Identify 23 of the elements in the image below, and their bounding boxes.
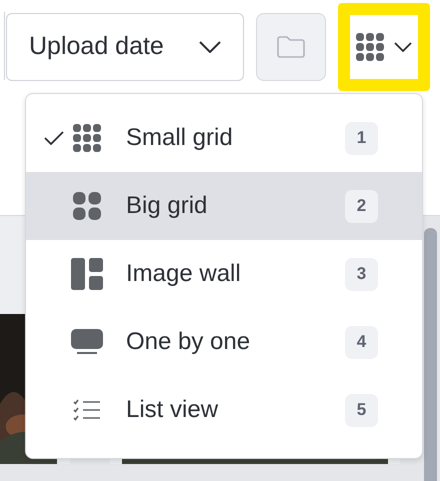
chevron-down-icon [199,40,221,52]
shortcut-badge: 1 [345,122,378,154]
sort-dropdown[interactable]: Upload date [6,12,244,80]
shortcut-badge: 4 [345,326,378,358]
scrollbar[interactable] [424,228,437,481]
image-wall-icon [71,258,103,290]
view-menu-item[interactable]: List view 5 [26,376,422,444]
small-grid-icon [356,32,384,60]
view-menu-item[interactable]: One by one 4 [26,308,422,376]
folder-icon [277,36,305,58]
shortcut-badge: 5 [345,394,378,426]
folder-button[interactable] [256,12,326,80]
shortcut-badge: 3 [345,258,378,290]
view-menu-item[interactable]: Small grid 1 [26,104,422,172]
view-menu-item[interactable]: Image wall 3 [26,240,422,308]
shortcut-badge: 2 [345,190,378,222]
small-grid-icon [73,124,101,152]
view-mode-button[interactable] [338,2,430,90]
view-menu-item[interactable]: Big grid 2 [26,172,422,240]
checklist-icon [73,399,101,421]
big-grid-icon [73,192,101,220]
monitor-icon [71,329,103,355]
chevron-down-icon [394,42,412,52]
